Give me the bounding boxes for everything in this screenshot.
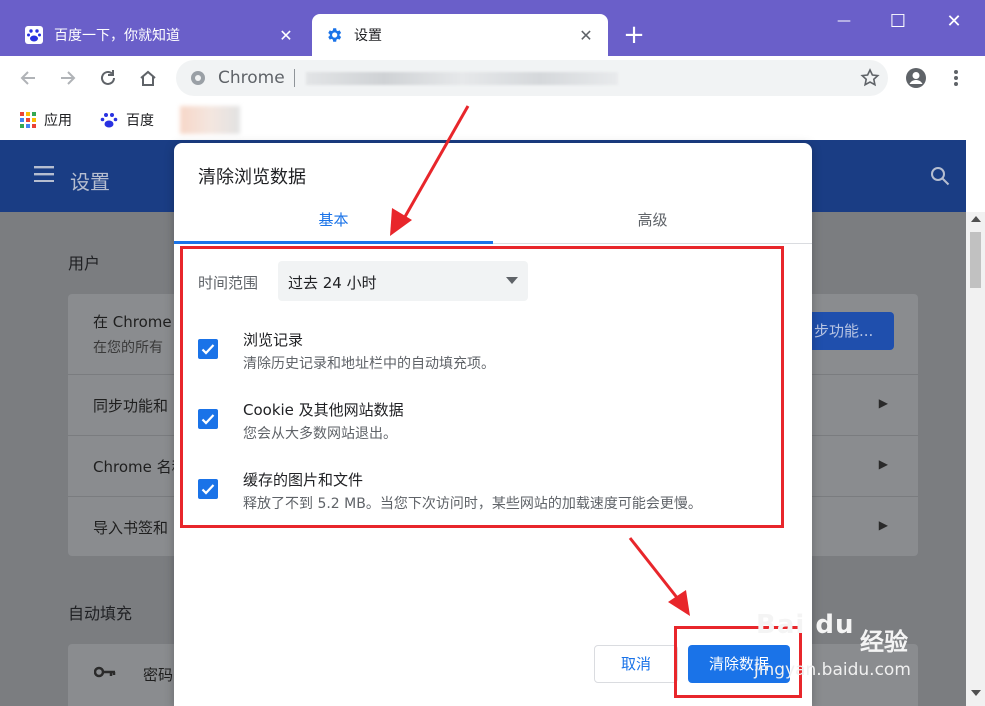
watermark-logo: Bai du [756, 610, 855, 640]
watermark-text: 经验 [860, 628, 908, 656]
annotation-arrows [390, 105, 690, 616]
annotation-arrow-icon [390, 105, 470, 236]
watermark-url: jingyan.baidu.com [754, 660, 911, 680]
annotation-arrow-icon [628, 537, 690, 616]
